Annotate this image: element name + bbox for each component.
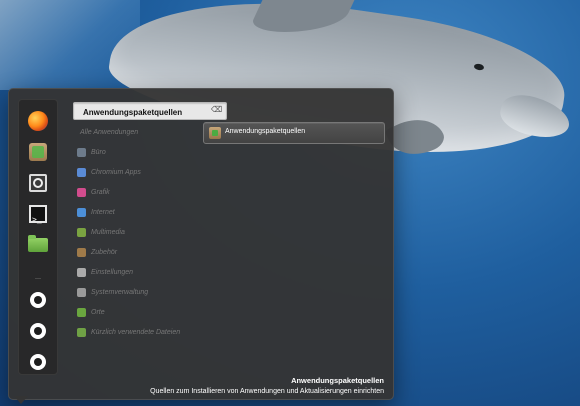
- places-icon: [77, 307, 86, 317]
- category-label: Chromium Apps: [91, 168, 141, 176]
- result-label: Anwendungspaketquellen: [225, 128, 306, 135]
- category-office[interactable]: Büro: [77, 144, 197, 160]
- terminal-icon: [29, 205, 47, 223]
- office-icon: [77, 147, 86, 157]
- category-label: Grafik: [91, 188, 110, 196]
- favorites-panel: [18, 99, 58, 375]
- shutdown-button[interactable]: [26, 350, 50, 374]
- category-graphics[interactable]: Grafik: [77, 184, 197, 200]
- category-label: Zubehör: [91, 248, 118, 256]
- category-settings[interactable]: Einstellungen: [77, 264, 197, 280]
- lock-icon: [30, 292, 46, 308]
- category-label: Orte: [91, 308, 105, 316]
- category-system-administration[interactable]: Systemverwaltung: [77, 284, 197, 300]
- footer-description: Quellen zum Installieren von Anwendungen…: [150, 388, 384, 395]
- software-manager-icon: [29, 143, 47, 161]
- category-accessories[interactable]: Zubehör: [77, 244, 197, 260]
- all-applications-category[interactable]: Alle Anwendungen: [80, 129, 138, 136]
- search-input[interactable]: [81, 104, 210, 120]
- firefox-favorite-button[interactable]: [26, 109, 50, 133]
- favorites-separator: [35, 278, 41, 279]
- search-box[interactable]: ⌫: [73, 102, 227, 120]
- category-label: Multimedia: [91, 228, 125, 236]
- terminal-button[interactable]: [26, 202, 50, 226]
- accessories-icon: [77, 247, 86, 257]
- category-internet[interactable]: Internet: [77, 204, 197, 220]
- recent-files-icon: [77, 327, 86, 337]
- application-menu: ⌫ Alle Anwendungen Büro Chromium Apps Gr…: [8, 88, 394, 400]
- lock-screen-button[interactable]: [26, 288, 50, 312]
- logout-icon: [30, 323, 46, 339]
- home-folder-button[interactable]: [26, 233, 50, 257]
- category-recent-files[interactable]: Kürzlich verwendete Dateien: [77, 324, 197, 340]
- category-places[interactable]: Orte: [77, 304, 197, 320]
- multimedia-icon: [77, 227, 86, 237]
- chromium-icon: [77, 167, 86, 177]
- search-result-item[interactable]: Anwendungspaketquellen: [203, 122, 385, 144]
- category-multimedia[interactable]: Multimedia: [77, 224, 197, 240]
- power-icon: [30, 354, 46, 370]
- clear-search-icon[interactable]: ⌫: [211, 106, 222, 114]
- internet-icon: [77, 207, 86, 217]
- folder-icon: [28, 235, 48, 252]
- graphics-icon: [77, 187, 86, 197]
- firefox-icon: [28, 111, 48, 131]
- category-label: Kürzlich verwendete Dateien: [91, 328, 181, 336]
- menu-pointer: [14, 396, 28, 404]
- system-settings-button[interactable]: [26, 171, 50, 195]
- system-settings-icon: [29, 174, 47, 192]
- category-label: Büro: [91, 148, 106, 156]
- category-label: Internet: [91, 208, 115, 216]
- logout-button[interactable]: [26, 319, 50, 343]
- software-sources-icon: [209, 127, 221, 139]
- footer-title: Anwendungspaketquellen: [291, 376, 384, 385]
- category-label: Systemverwaltung: [91, 288, 149, 296]
- category-label: Einstellungen: [91, 268, 134, 276]
- software-manager-button[interactable]: [26, 140, 50, 164]
- system-icon: [77, 287, 86, 297]
- category-chromium-apps[interactable]: Chromium Apps: [77, 164, 197, 180]
- application-description-footer: Anwendungspaketquellen Quellen zum Insta…: [54, 376, 384, 395]
- settings-icon: [77, 267, 86, 277]
